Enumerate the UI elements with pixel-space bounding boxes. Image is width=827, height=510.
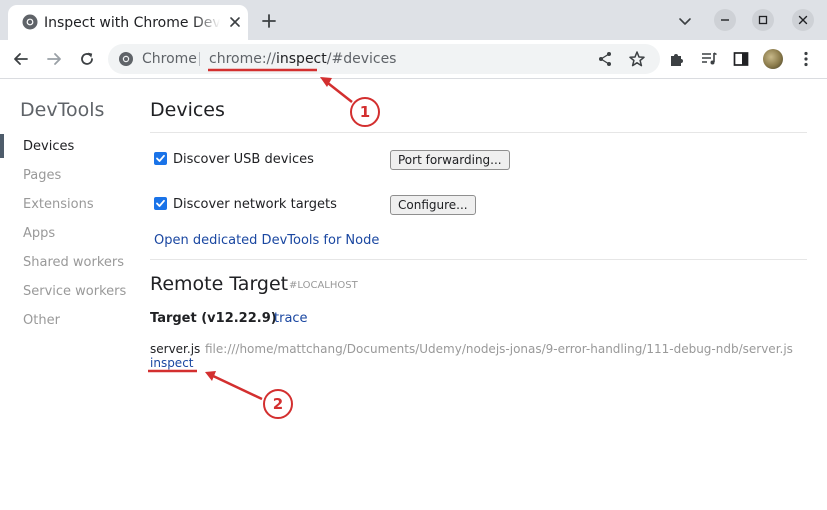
url-path: /#devices [326, 51, 397, 67]
kebab-menu-icon[interactable] [797, 50, 815, 68]
devices-divider [150, 132, 807, 133]
minimize-button[interactable] [714, 9, 736, 31]
reload-icon[interactable] [78, 50, 96, 68]
minimize-icon [721, 19, 729, 21]
trace-link[interactable]: trace [274, 311, 308, 327]
extensions-puzzle-icon[interactable] [668, 50, 686, 68]
discover-usb-checkbox[interactable] [154, 152, 167, 165]
browser-toolbar: Chrome chrome://inspect/#devices [0, 40, 827, 79]
sidebar-item-pages[interactable]: Pages [23, 168, 61, 184]
checkmark-icon [156, 199, 165, 207]
annotation-marker-2: 2 [263, 389, 293, 419]
back-arrow-icon[interactable] [12, 50, 30, 68]
inspect-link[interactable]: inspect [150, 355, 194, 371]
omnibox-chrome-label: Chrome [142, 51, 197, 67]
close-tab-icon[interactable] [228, 15, 242, 29]
tab-title: Inspect with Chrome Developer Tools [44, 15, 220, 31]
remote-target-tag: #LOCALHOST [289, 280, 358, 291]
address-bar[interactable]: Chrome chrome://inspect/#devices [108, 44, 660, 74]
remote-divider [150, 259, 807, 260]
sidebar-title: DevTools [20, 99, 105, 121]
open-node-devtools-link[interactable]: Open dedicated DevTools for Node [154, 233, 379, 249]
port-forwarding-button[interactable]: Port forwarding... [390, 150, 510, 170]
sidebar-item-extensions[interactable]: Extensions [23, 197, 94, 213]
devices-heading: Devices [150, 99, 225, 121]
sidebar-item-devices[interactable]: Devices [23, 139, 74, 155]
target-file-path: file:///home/mattchang/Documents/Udemy/n… [205, 342, 793, 356]
chrome-favicon-icon [22, 14, 38, 30]
chrome-icon [119, 52, 133, 66]
sidebar-item-apps[interactable]: Apps [23, 226, 55, 242]
discover-network-checkbox[interactable] [154, 197, 167, 210]
remote-target-heading: Remote Target [150, 273, 289, 295]
arrow-2-head [205, 371, 216, 381]
forward-arrow-icon[interactable] [45, 50, 63, 68]
bookmark-star-icon[interactable] [628, 50, 646, 68]
sidebar-item-other[interactable]: Other [23, 313, 60, 329]
url-scheme: chrome:// [209, 51, 276, 67]
discover-network-label: Discover network targets [173, 197, 337, 212]
media-control-icon[interactable] [700, 50, 718, 68]
annotation-marker-1: 1 [350, 97, 380, 127]
url-host: inspect [276, 51, 327, 67]
arrow-1 [323, 79, 353, 103]
target-name: Target (v12.22.9) [150, 311, 277, 326]
browser-tab[interactable]: Inspect with Chrome Developer Tools [8, 5, 248, 40]
profile-avatar[interactable] [763, 49, 783, 69]
tab-strip: Inspect with Chrome Developer Tools [0, 0, 827, 40]
close-window-icon [798, 15, 808, 25]
checkmark-icon [156, 154, 165, 162]
maximize-button[interactable] [752, 9, 774, 31]
omnibox-separator [199, 52, 200, 66]
active-item-indicator [0, 134, 4, 158]
sidebar-item-service-workers[interactable]: Service workers [23, 284, 126, 300]
side-panel-icon[interactable] [732, 50, 750, 68]
share-icon[interactable] [596, 50, 614, 68]
configure-button[interactable]: Configure... [390, 195, 476, 215]
tab-search-chevron-icon[interactable] [678, 14, 692, 28]
close-window-button[interactable] [792, 9, 814, 31]
discover-usb-label: Discover USB devices [173, 152, 314, 167]
arrow-2 [210, 373, 263, 401]
maximize-icon [758, 15, 768, 25]
sidebar-item-shared-workers[interactable]: Shared workers [23, 255, 124, 271]
omnibox-url[interactable]: chrome://inspect/#devices [209, 50, 396, 68]
new-tab-icon[interactable] [260, 12, 278, 30]
